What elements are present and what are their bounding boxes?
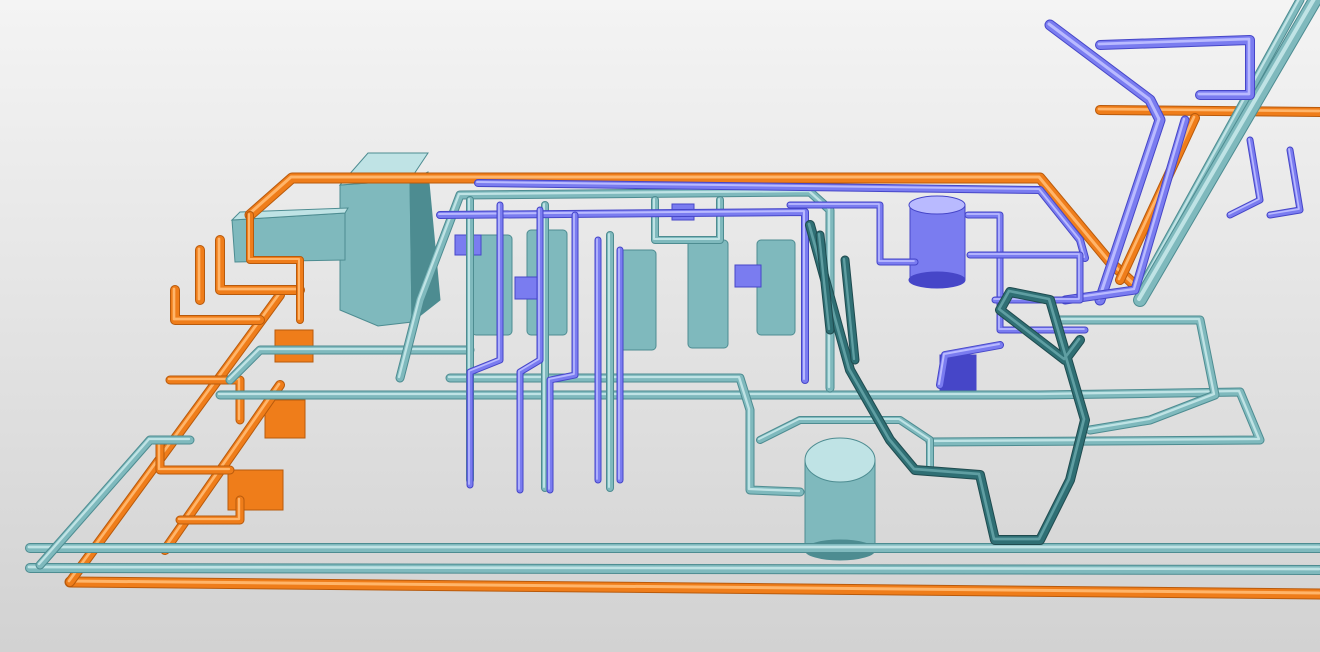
- viewport-background: [0, 0, 1320, 652]
- tower-equipment-front[interactable]: [339, 179, 413, 327]
- orange-pipe-run[interactable]: [1095, 105, 1320, 117]
- pump-skid-3[interactable]: [617, 249, 657, 351]
- blue-vessel-top: [908, 195, 966, 215]
- piping-model-scene[interactable]: [0, 0, 1320, 652]
- 3d-model-viewport[interactable]: [0, 0, 1320, 652]
- pump-skid-5[interactable]: [756, 239, 796, 336]
- teal-pipe-run[interactable]: [25, 543, 1320, 553]
- teal-tank-top: [804, 437, 876, 483]
- pump-skid-4[interactable]: [687, 239, 729, 349]
- pump-motor-3[interactable]: [734, 264, 762, 288]
- teal-pipe-run[interactable]: [25, 563, 1320, 575]
- blue-vessel-body[interactable]: [909, 204, 966, 281]
- blue-vessel-bottom: [908, 271, 966, 289]
